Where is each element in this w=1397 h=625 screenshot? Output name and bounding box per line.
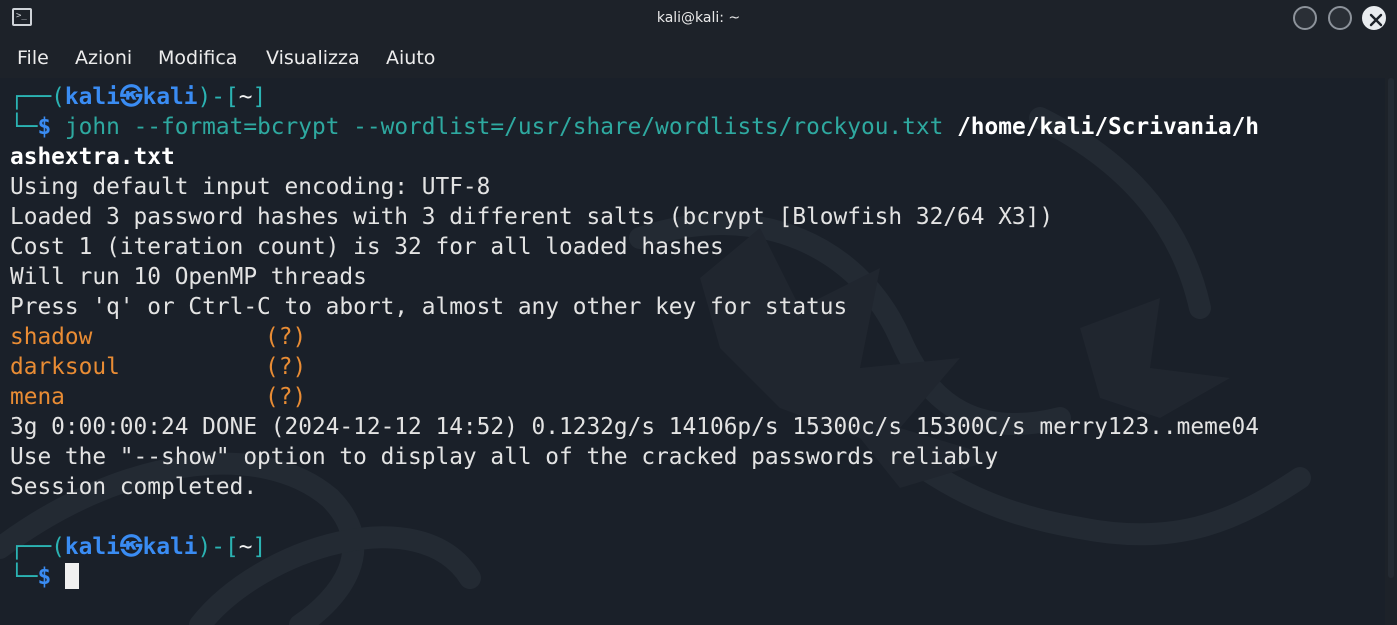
prompt-sep: )-[ [197, 84, 239, 110]
cracked-row: shadow (?) [10, 322, 306, 352]
command-name: john [64, 114, 120, 140]
output-line: Press 'q' or Ctrl-C to abort, almost any… [10, 294, 848, 320]
command-path: /home/kali/Scrivania/h [957, 114, 1260, 140]
minimize-button[interactable] [1293, 6, 1317, 30]
prompt-corner: ┌──( [10, 534, 65, 560]
menu-modifica[interactable]: Modifica [158, 36, 237, 80]
cracked-row: darksoul (?) [10, 352, 306, 382]
cracked-row: mena (?) [10, 382, 306, 412]
window-title: kali@kali: ~ [656, 10, 741, 26]
menu-azioni[interactable]: Azioni [75, 36, 132, 80]
cracked-password: shadow [10, 324, 93, 350]
prompt-sep: )-[ [197, 534, 239, 560]
prompt-dir: ~ [238, 84, 253, 110]
close-button[interactable] [1362, 6, 1386, 30]
prompt-host: kali [142, 84, 198, 110]
output-line: Using default input encoding: UTF-8 [10, 174, 491, 200]
menu-aiuto[interactable]: Aiuto [386, 36, 435, 80]
prompt-at-symbol: ㉿ [119, 84, 143, 110]
prompt-corner: ┌──( [10, 84, 65, 110]
cracked-password: mena [10, 384, 65, 410]
cracked-password: darksoul [10, 354, 120, 380]
prompt-user: kali [64, 84, 120, 110]
command-args: --format=bcrypt --wordlist=/usr/share/wo… [133, 114, 944, 140]
output-line: Session completed. [10, 474, 258, 500]
close-icon [1369, 13, 1383, 27]
prompt-user: kali [64, 534, 120, 560]
title-bar[interactable]: >_ kali@kali: ~ [0, 0, 1397, 36]
output-line: Will run 10 OpenMP threads [10, 264, 367, 290]
input-line[interactable]: └─$ [10, 562, 79, 592]
prompt-corner-bottom: └─ [10, 564, 38, 590]
prompt-close: ] [252, 534, 267, 560]
cracked-user: (?) [265, 354, 307, 380]
maximize-button[interactable] [1328, 6, 1352, 30]
menu-visualizza[interactable]: Visualizza [266, 36, 360, 80]
cracked-user: (?) [265, 324, 307, 350]
menu-bar: File Azioni Modifica Visualizza Aiuto [0, 36, 1397, 78]
prompt-dir: ~ [238, 534, 253, 560]
prompt-dollar: $ [37, 114, 52, 140]
prompt-close: ] [252, 84, 267, 110]
menu-file[interactable]: File [17, 36, 49, 80]
scrollbar[interactable] [1385, 78, 1397, 625]
prompt-corner-bottom: └─ [10, 114, 38, 140]
output-line: Cost 1 (iteration count) is 32 for all l… [10, 234, 724, 260]
prompt-dollar: $ [37, 564, 52, 590]
scrollbar-thumb[interactable] [1388, 78, 1394, 578]
prompt-line-top: ┌──(kali㉿kali)-[~] [10, 532, 266, 562]
text-cursor [64, 563, 79, 589]
command-path-wrap: ashextra.txt [10, 144, 175, 170]
prompt-at-symbol: ㉿ [119, 534, 143, 560]
prompt-line-top: ┌──(kali㉿kali)-[~] [10, 82, 266, 112]
prompt-host: kali [142, 534, 198, 560]
status-line: 3g 0:00:00:24 DONE (2024-12-12 14:52) 0.… [10, 414, 1259, 440]
terminal-output-area[interactable]: ┌──(kali㉿kali)-[~] └─$ john --format=bcr… [0, 78, 1385, 625]
output-line: Use the "--show" option to display all o… [10, 444, 999, 470]
cracked-user: (?) [265, 384, 307, 410]
command-line: └─$ john --format=bcrypt --wordlist=/usr… [10, 112, 1259, 142]
output-line: Loaded 3 password hashes with 3 differen… [10, 204, 1054, 230]
